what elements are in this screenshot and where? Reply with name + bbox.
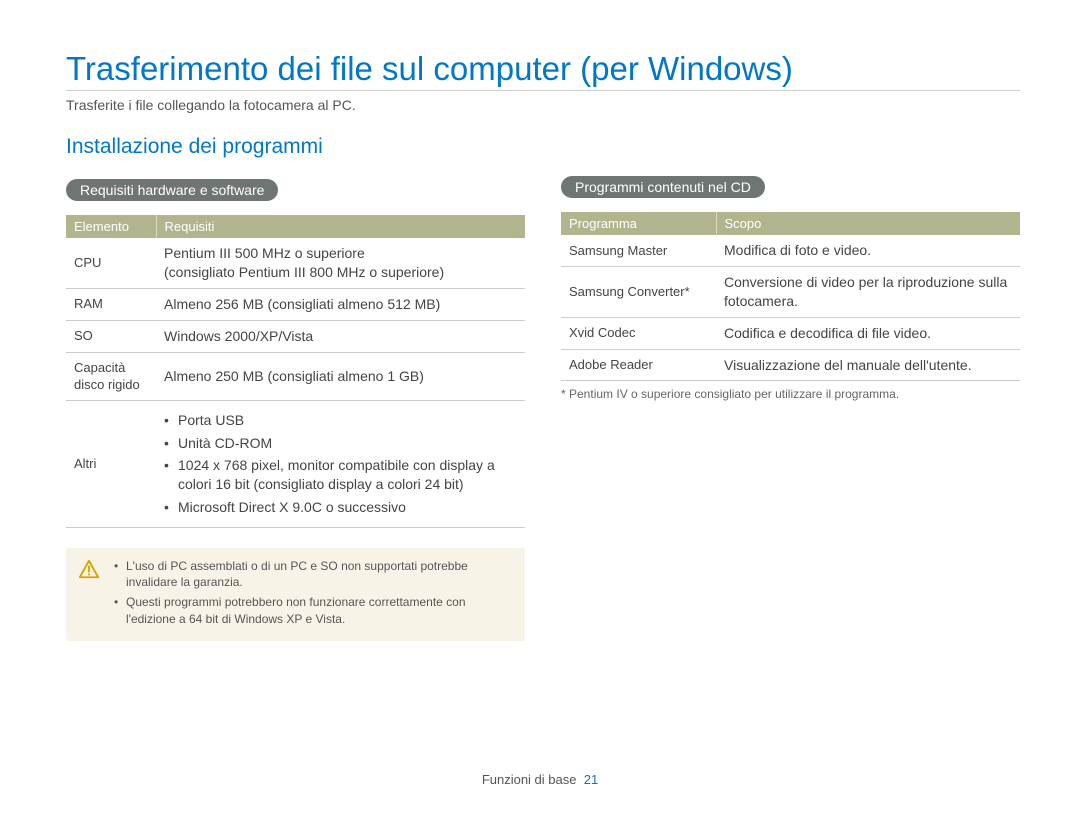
prog-r1-label: Samsung Master <box>561 235 716 266</box>
table-row: Samsung Converter* Conversione di video … <box>561 266 1020 317</box>
section-title-install: Installazione dei programmi <box>66 135 525 159</box>
req-other-value: Porta USB Unità CD-ROM 1024 x 768 pixel,… <box>156 400 525 527</box>
pill-programs: Programmi contenuti nel CD <box>561 176 765 198</box>
table-row: Capacità disco rigido Almeno 250 MB (con… <box>66 352 525 400</box>
table-row: RAM Almeno 256 MB (consigliati almeno 51… <box>66 288 525 320</box>
req-disk-value: Almeno 250 MB (consigliati almeno 1 GB) <box>156 352 525 400</box>
warning-item: Questi programmi potrebbero non funziona… <box>114 594 513 626</box>
list-item: Microsoft Direct X 9.0C o successivo <box>164 498 517 517</box>
warning-icon <box>78 558 100 580</box>
req-other-label: Altri <box>66 400 156 527</box>
requirements-table: Elemento Requisiti CPU Pentium III 500 M… <box>66 215 525 528</box>
req-th-element: Elemento <box>66 215 156 238</box>
table-row: Altri Porta USB Unità CD-ROM 1024 x 768 … <box>66 400 525 527</box>
req-ram-value: Almeno 256 MB (consigliati almeno 512 MB… <box>156 288 525 320</box>
prog-r3-value: Codifica e decodifica di file video. <box>716 317 1020 349</box>
footer-section: Funzioni di base <box>482 772 577 787</box>
req-disk-label: Capacità disco rigido <box>66 352 156 400</box>
warning-item: L'uso di PC assemblati o di un PC e SO n… <box>114 558 513 590</box>
page-title: Trasferimento dei file sul computer (per… <box>66 50 1020 88</box>
prog-r4-value: Visualizzazione del manuale dell'utente. <box>716 349 1020 381</box>
list-item: Unità CD-ROM <box>164 434 517 453</box>
left-column: Installazione dei programmi Requisiti ha… <box>66 135 525 641</box>
table-row: Xvid Codec Codifica e decodifica di file… <box>561 317 1020 349</box>
req-os-label: SO <box>66 320 156 352</box>
req-ram-label: RAM <box>66 288 156 320</box>
prog-th-scopo: Scopo <box>716 212 1020 235</box>
prog-r1-value: Modifica di foto e video. <box>716 235 1020 266</box>
prog-r4-label: Adobe Reader <box>561 349 716 381</box>
page-footer: Funzioni di base 21 <box>0 772 1080 787</box>
prog-r2-label: Samsung Converter* <box>561 266 716 317</box>
prog-th-programma: Programma <box>561 212 716 235</box>
footer-page-number: 21 <box>584 772 598 787</box>
req-th-requisiti: Requisiti <box>156 215 525 238</box>
list-item: 1024 x 768 pixel, monitor compatibile co… <box>164 456 517 494</box>
list-item: Porta USB <box>164 411 517 430</box>
intro-text: Trasferite i file collegando la fotocame… <box>66 97 1020 113</box>
table-row: SO Windows 2000/XP/Vista <box>66 320 525 352</box>
table-row: CPU Pentium III 500 MHz o superiore (con… <box>66 238 525 288</box>
programs-table: Programma Scopo Samsung Master Modifica … <box>561 212 1020 381</box>
req-cpu-label: CPU <box>66 238 156 288</box>
table-row: Adobe Reader Visualizzazione del manuale… <box>561 349 1020 381</box>
warning-box: L'uso di PC assemblati o di un PC e SO n… <box>66 548 525 641</box>
table-row: Samsung Master Modifica di foto e video. <box>561 235 1020 266</box>
prog-r3-label: Xvid Codec <box>561 317 716 349</box>
divider <box>66 90 1020 91</box>
pill-requirements: Requisiti hardware e software <box>66 179 278 201</box>
right-column: Programmi contenuti nel CD Programma Sco… <box>561 135 1020 641</box>
prog-r2-value: Conversione di video per la riproduzione… <box>716 266 1020 317</box>
req-os-value: Windows 2000/XP/Vista <box>156 320 525 352</box>
footnote: * Pentium IV o superiore consigliato per… <box>561 387 1020 401</box>
req-cpu-value: Pentium III 500 MHz o superiore (consigl… <box>156 238 525 288</box>
